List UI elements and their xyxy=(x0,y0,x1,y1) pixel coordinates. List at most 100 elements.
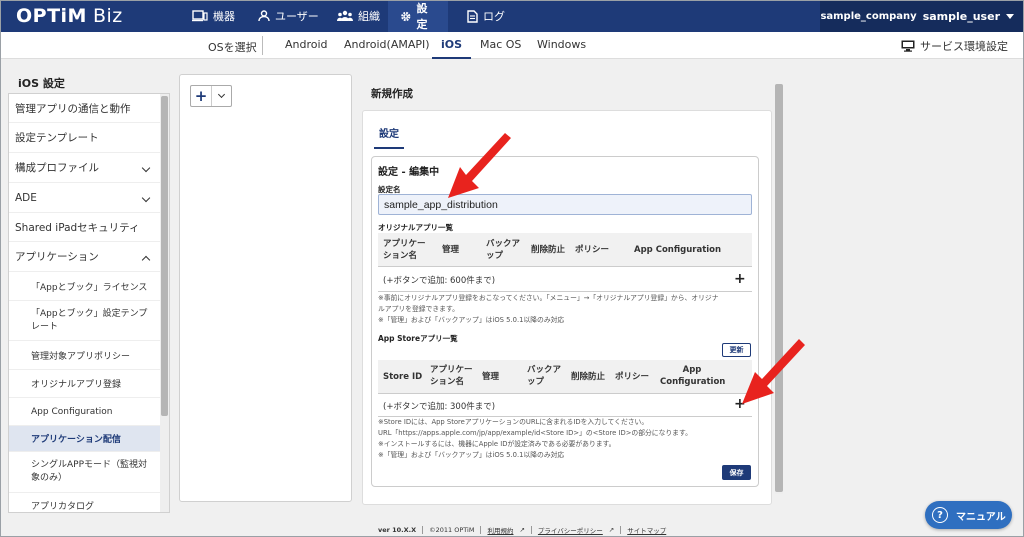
manual-label: マニュアル xyxy=(956,511,1006,523)
tab-settings[interactable]: 設定 xyxy=(374,125,404,149)
divider xyxy=(262,36,263,55)
annotation-arrow-icon xyxy=(742,339,805,404)
note-line: URL「https://apps.apple.com/jp/app/exampl… xyxy=(378,429,692,437)
setting-name-input[interactable] xyxy=(378,194,752,215)
sidebar-item-applications[interactable]: アプリケーション xyxy=(9,242,169,272)
note-line: ※「管理」および「バックアップ」はiOS 5.0.1以降のみ対応 xyxy=(378,316,565,324)
tab-android-amapi[interactable]: Android(AMAPI) xyxy=(344,32,430,59)
company-name: sample_company xyxy=(820,10,917,22)
sidebar-item-label: Shared iPadセキュリティ xyxy=(15,221,140,234)
sidebar-item-label: 構成プロファイル xyxy=(15,162,99,174)
column-header: 削除防止 xyxy=(571,372,606,382)
copyright-text: ©2011 OPTiM xyxy=(429,526,475,534)
sidebar-item-original-app[interactable]: オリジナルアプリ登録 xyxy=(9,370,169,398)
add-limit-text: (+ボタンで追加: 300件まで) xyxy=(383,402,496,412)
sidebar-item-label: シングルAPPモード（監視対象のみ） xyxy=(31,460,148,483)
sidebar-item-app-book-template[interactable]: 「Appとブック」設定テンプレート xyxy=(9,301,169,341)
divider xyxy=(530,526,532,534)
appstore-notes: ※Store IDには、App StoreアプリケーションのURLに含まれるID… xyxy=(378,417,692,461)
nav-organization[interactable]: 組織 xyxy=(325,0,392,32)
service-settings-link[interactable]: サービス環境設定 xyxy=(901,38,1008,54)
save-button[interactable]: 保存 xyxy=(722,465,751,480)
add-limit-text: (+ボタンで追加: 600件まで) xyxy=(383,276,496,286)
divider xyxy=(620,526,622,534)
column-header: Store ID xyxy=(383,372,423,382)
nav-devices[interactable]: 機器 xyxy=(180,0,247,32)
sidebar-item-shared-ipad[interactable]: Shared iPadセキュリティ xyxy=(9,213,169,242)
sidebar-item-app-distribution[interactable]: アプリケーション配信 xyxy=(9,426,169,452)
sidebar-item-label: 設定テンプレート xyxy=(15,132,99,144)
top-nav: OPTiM Biz 機器 ユーザー 組織 設定 ログ sample_company… xyxy=(0,0,1024,32)
devices-icon xyxy=(192,10,208,22)
sidebar-item-managed-app-policy[interactable]: 管理対象アプリポリシー xyxy=(9,341,169,370)
sidebar-title: iOS 設定 xyxy=(18,77,65,90)
user-name: sample_user xyxy=(922,9,1000,23)
sidebar: 管理アプリの通信と動作 設定テンプレート 構成プロファイル ADE Shared… xyxy=(8,93,170,513)
nav-settings[interactable]: 設定 xyxy=(388,0,448,32)
tab-ios[interactable]: iOS xyxy=(432,32,472,59)
column-header: 削除防止 xyxy=(531,245,566,255)
group-icon xyxy=(337,10,353,21)
content-scrollbar[interactable] xyxy=(775,84,783,494)
help-icon: ? xyxy=(932,507,948,523)
column-header: アプリケーション名 xyxy=(430,365,473,387)
add-dropdown-button[interactable] xyxy=(212,86,231,106)
external-link-icon: ↗ xyxy=(519,526,525,534)
sidebar-item-label: オリジナルアプリ登録 xyxy=(31,380,122,390)
column-header: 管理 xyxy=(482,372,500,382)
sidebar-item-app-configuration[interactable]: App Configuration xyxy=(9,398,169,426)
sidebar-item-settings-template[interactable]: 設定テンプレート xyxy=(9,123,169,153)
manual-button[interactable]: ? マニュアル xyxy=(925,501,1012,529)
sidebar-item-label: 管理アプリの通信と動作 xyxy=(15,102,131,115)
terms-link[interactable]: 利用規約 xyxy=(487,525,513,535)
note-line: ルアプリを登録できます。 xyxy=(378,305,459,313)
note-line: ※インストールするには、機器にApple IDが設定済みである必要があります。 xyxy=(378,440,616,448)
appstore-apps-add-row: (+ボタンで追加: 300件まで) xyxy=(378,395,752,417)
sidebar-item-label: アプリケーション配信 xyxy=(31,435,121,445)
note-line: ※「管理」および「バックアップ」はiOS 5.0.1以降のみ対応 xyxy=(378,451,565,459)
chevron-down-icon xyxy=(141,163,151,172)
tab-macos[interactable]: Mac OS xyxy=(480,32,521,59)
divider xyxy=(422,526,424,534)
log-icon xyxy=(467,9,478,23)
sidebar-item-label: 管理対象アプリポリシー xyxy=(31,351,131,362)
optim-biz-logo[interactable]: OPTiM Biz xyxy=(16,5,123,27)
sidebar-item-app-communication[interactable]: 管理アプリの通信と動作 xyxy=(9,94,169,123)
page-title: 新規作成 xyxy=(371,88,413,100)
add-button[interactable]: + xyxy=(191,86,212,106)
tab-windows[interactable]: Windows xyxy=(537,32,586,59)
divider xyxy=(480,526,482,534)
external-link-icon: ↗ xyxy=(608,526,615,534)
scrollbar-thumb[interactable] xyxy=(161,96,168,416)
caret-down-icon xyxy=(1006,13,1014,19)
footer: ver 10.X.X ©2011 OPTiM 利用規約 ↗ プライバシーポリシー… xyxy=(378,525,666,535)
privacy-link[interactable]: プライバシーポリシー xyxy=(538,525,603,535)
original-notes: ※事前にオリジナルアプリ登録をおこなってください。「メニュー」→「オリジナルアプ… xyxy=(378,293,719,326)
note-line: ※Store IDには、App StoreアプリケーションのURLに含まれるID… xyxy=(378,418,649,426)
nav-users[interactable]: ユーザー xyxy=(246,0,331,32)
user-menu[interactable]: sample_company sample_user xyxy=(820,0,1024,32)
sidebar-item-app-book-license[interactable]: 「Appとブック」ライセンス xyxy=(9,272,169,301)
sidebar-item-single-app-mode[interactable]: シングルAPPモード（監視対象のみ） xyxy=(9,452,169,493)
nav-logs[interactable]: ログ xyxy=(455,0,517,32)
sidebar-item-label: App Configuration xyxy=(31,406,113,417)
sidebar-item-label: アプリカタログ xyxy=(31,501,95,512)
column-header: バックアップ xyxy=(486,239,521,261)
sidebar-item-config-profile[interactable]: 構成プロファイル xyxy=(9,153,169,183)
sidebar-item-ade[interactable]: ADE xyxy=(9,183,169,213)
scrollbar-thumb[interactable] xyxy=(775,84,783,492)
sidebar-item-app-catalog[interactable]: アプリカタログ xyxy=(9,493,169,512)
column-header: アプリケーション名 xyxy=(383,239,426,261)
nav-logs-label: ログ xyxy=(483,10,505,23)
user-icon xyxy=(258,10,270,22)
chevron-up-icon xyxy=(141,255,151,264)
original-apps-add-button[interactable]: + xyxy=(734,271,746,287)
tab-android[interactable]: Android xyxy=(285,32,328,59)
service-settings-label: サービス環境設定 xyxy=(920,40,1008,53)
edit-title: 設定 - 編集中 xyxy=(378,167,440,178)
nav-users-label: ユーザー xyxy=(275,10,319,23)
sidebar-scrollbar[interactable] xyxy=(160,94,169,512)
chevron-down-icon xyxy=(141,193,151,202)
gear-icon xyxy=(401,11,411,21)
sitemap-link[interactable]: サイトマップ xyxy=(627,525,666,535)
